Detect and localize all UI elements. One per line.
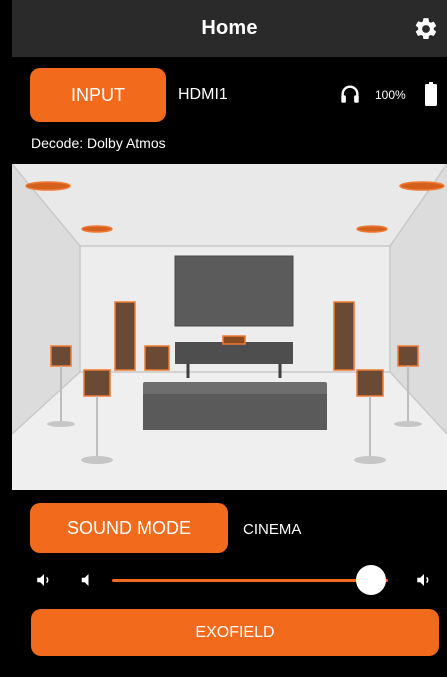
speaker-icon[interactable] xyxy=(35,571,53,589)
exofield-button[interactable]: EXOFIELD xyxy=(31,609,439,656)
input-source-value: HDMI1 xyxy=(178,86,228,103)
volume-down-icon[interactable] xyxy=(78,571,96,589)
battery-icon xyxy=(425,82,437,106)
headphones-icon xyxy=(341,85,359,103)
gear-icon[interactable] xyxy=(413,16,439,42)
speaker-room-illustration xyxy=(12,164,447,490)
input-button[interactable]: INPUT xyxy=(30,68,166,122)
volume-up-icon[interactable] xyxy=(415,571,433,589)
battery-percent: 100% xyxy=(375,88,406,102)
decode-format: Decode: Dolby Atmos xyxy=(31,135,166,151)
sound-mode-value: CINEMA xyxy=(243,521,302,538)
page-title: Home xyxy=(201,17,258,39)
header-bar: Home xyxy=(12,0,447,57)
sound-mode-button[interactable]: SOUND MODE xyxy=(30,503,228,553)
volume-slider-track[interactable] xyxy=(112,579,388,582)
volume-slider-thumb[interactable] xyxy=(356,565,387,595)
app-root: Home INPUT HDMI1 100% Decode: Dolby Atmo… xyxy=(0,0,447,677)
